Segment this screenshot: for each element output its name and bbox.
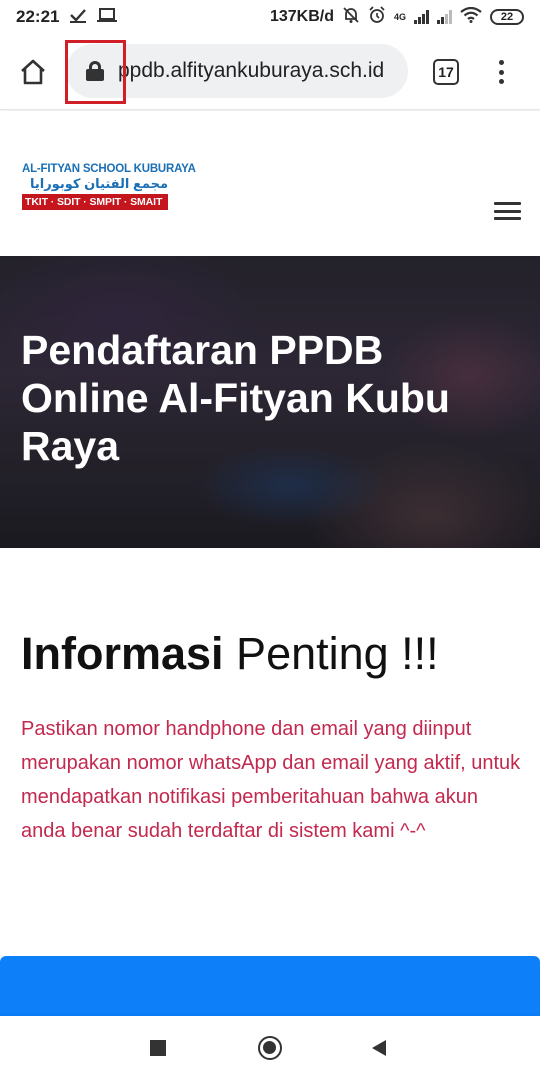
info-heading-bold: Informasi (21, 628, 224, 679)
alarm-icon (368, 5, 386, 29)
system-nav-bar (0, 1016, 540, 1080)
info-heading-rest: Penting !!! (223, 628, 439, 679)
signal-2-icon (437, 10, 452, 24)
battery-level: 22 (500, 11, 514, 23)
status-time: 22:21 (16, 7, 60, 26)
home-icon (21, 59, 45, 85)
home-nav-icon[interactable] (258, 1036, 282, 1060)
info-heading: Informasi Penting !!! (21, 628, 439, 680)
back-icon[interactable] (372, 1040, 386, 1056)
logo-line-1: AL-FITYAN SCHOOL KUBURAYA (22, 163, 196, 175)
site-logo[interactable]: AL-FITYAN SCHOOL KUBURAYA مجمع الفتيان ك… (22, 163, 196, 221)
network-speed: 137KB/d (269, 8, 334, 25)
hero-title: Pendaftaran PPDB Online Al-Fityan Kubu R… (21, 327, 450, 469)
url-text[interactable]: ppdb.alfityankuburaya.sch.id (118, 59, 384, 83)
battery-icon: 22 (490, 9, 524, 25)
logo-line-3: TKIT · SDIT · SMPIT · SMAIT (22, 194, 168, 210)
home-button[interactable] (16, 56, 50, 88)
recents-icon[interactable] (150, 1040, 166, 1056)
highlight-annotation-box (65, 40, 126, 104)
tab-switcher-button[interactable]: 17 (433, 59, 459, 85)
info-text: Pastikan nomor handphone dan email yang … (21, 718, 521, 842)
browser-menu-button[interactable] (490, 56, 512, 88)
hamburger-menu-icon[interactable] (494, 202, 521, 220)
laptop-icon (97, 7, 118, 28)
bell-muted-icon (342, 6, 360, 29)
site-header: AL-FITYAN SCHOOL KUBURAYA مجمع الفتيان ك… (0, 111, 540, 256)
hero-banner: Pendaftaran PPDB Online Al-Fityan Kubu R… (0, 256, 540, 548)
blue-action-button[interactable] (0, 956, 540, 1018)
status-bar: 22:21 137KB/d 4G 22 (0, 0, 540, 34)
logo-line-2: مجمع الفتيان كوبورايا (30, 176, 168, 191)
download-done-icon (69, 7, 87, 28)
wifi-icon (460, 6, 482, 28)
network-type: 4G (393, 11, 406, 22)
signal-icon (414, 10, 429, 24)
tab-count: 17 (438, 64, 454, 80)
